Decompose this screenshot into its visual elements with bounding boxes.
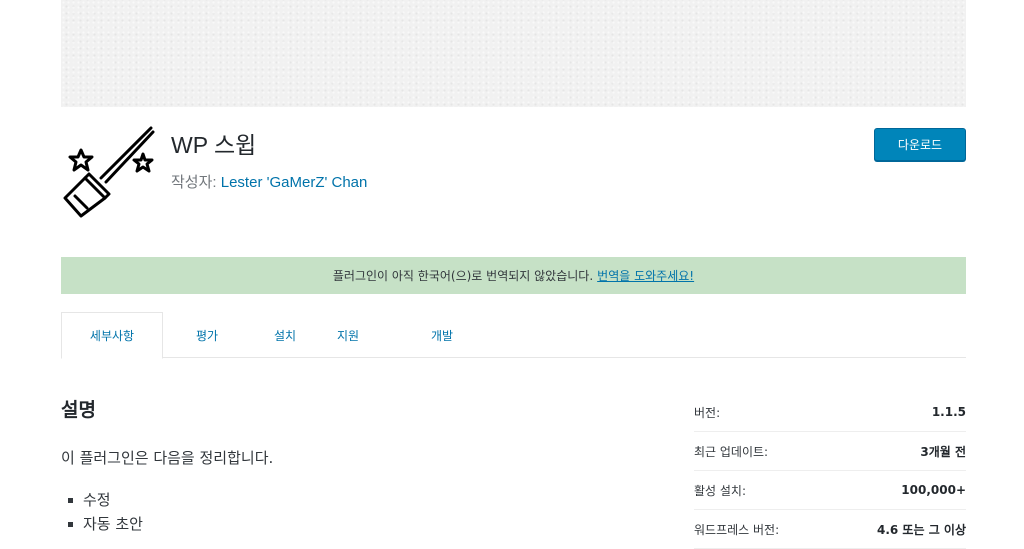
byline-prefix: 작성자: xyxy=(171,174,221,191)
translation-notice: 플러그인이 아직 한국어(으)로 번역되지 않았습니다. 번역을 도와주세요! xyxy=(61,257,966,294)
bullet-icon xyxy=(68,521,73,527)
download-button[interactable]: 다운로드 xyxy=(874,128,966,161)
meta-value: 100,000+ xyxy=(901,483,966,497)
author-link[interactable]: Lester 'GaMerZ' Chan xyxy=(221,174,368,191)
meta-key: 활성 설치: xyxy=(694,483,747,498)
plugin-tabs: 세부사항 평가 설치 지원 개발 xyxy=(61,312,966,359)
meta-key: 워드프레스 버전: xyxy=(694,522,780,537)
meta-value: 4.6 또는 그 이상 xyxy=(877,522,966,537)
plugin-byline: 작성자: Lester 'GaMerZ' Chan xyxy=(171,171,367,192)
meta-value: 3개월 전 xyxy=(920,444,966,459)
meta-row-last-updated: 최근 업데이트: 3개월 전 xyxy=(694,432,966,471)
plugin-title: WP 스윕 xyxy=(171,132,257,158)
meta-row-active-installs: 활성 설치: 100,000+ xyxy=(694,471,966,510)
list-item: 자동 초안 xyxy=(61,512,143,536)
broom-with-stars-icon xyxy=(61,126,157,222)
list-item-text: 수정 xyxy=(83,491,111,509)
meta-row-wp-version: 워드프레스 버전: 4.6 또는 그 이상 xyxy=(694,510,966,549)
description-intro: 이 플러그인은 다음을 정리합니다. xyxy=(61,449,274,467)
notice-text: 플러그인이 아직 한국어(으)로 번역되지 않았습니다. xyxy=(332,269,594,283)
tab-development[interactable]: 개발 xyxy=(414,312,470,358)
meta-key: 버전: xyxy=(694,405,721,420)
meta-value: 1.1.5 xyxy=(931,405,966,419)
translate-help-link[interactable]: 번역을 도와주세요! xyxy=(597,267,694,284)
description-heading: 설명 xyxy=(61,399,96,421)
description-list: 수정 자동 초안 xyxy=(61,488,143,536)
list-item: 수정 xyxy=(61,488,143,512)
tab-reviews[interactable]: 평가 xyxy=(179,312,235,358)
tab-support[interactable]: 지원 xyxy=(320,312,376,358)
tab-details[interactable]: 세부사항 xyxy=(61,312,163,359)
list-item-text: 자동 초안 xyxy=(83,515,143,533)
bullet-icon xyxy=(68,497,73,503)
meta-row-version: 버전: 1.1.5 xyxy=(694,393,966,432)
plugin-banner xyxy=(61,0,966,107)
plugin-meta: 버전: 1.1.5 최근 업데이트: 3개월 전 활성 설치: 100,000+… xyxy=(694,393,966,549)
tab-installation[interactable]: 설치 xyxy=(257,312,313,358)
meta-key: 최근 업데이트: xyxy=(694,444,769,459)
